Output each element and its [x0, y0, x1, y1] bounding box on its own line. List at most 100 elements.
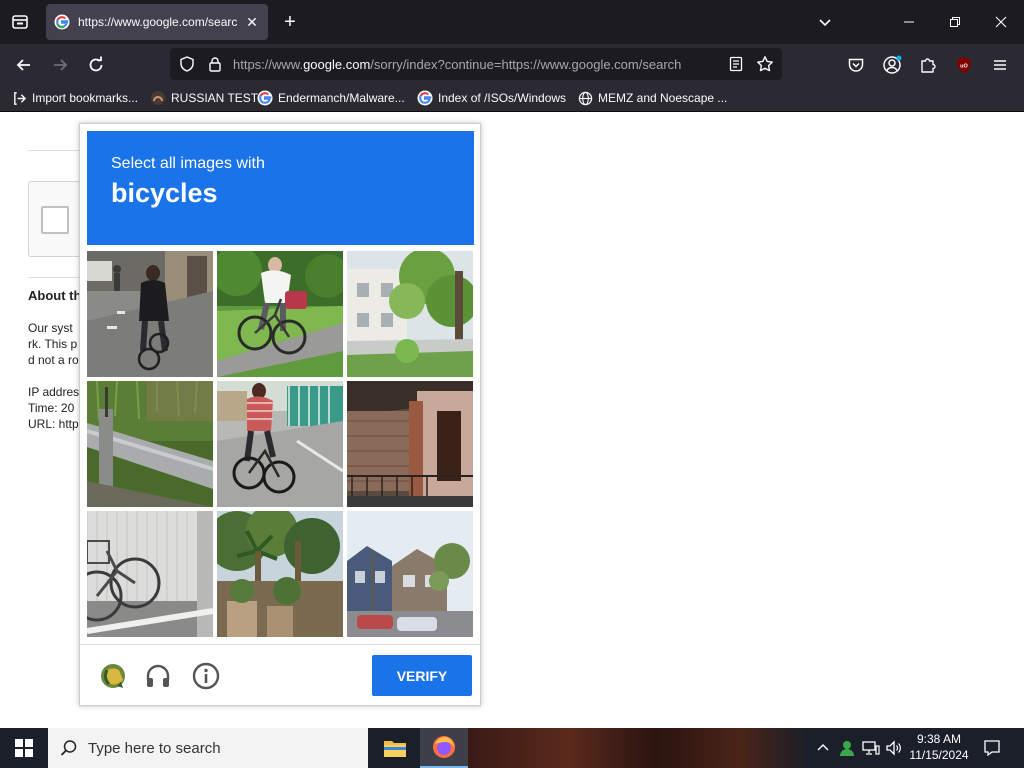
firefox-view-button[interactable] [8, 10, 32, 34]
bookmark-endermanch[interactable]: Endermanch/Malware... [257, 90, 405, 106]
import-icon [14, 91, 27, 105]
page-text-line: IP addres [28, 385, 80, 399]
recaptcha-challenge-dialog: Select all images with bicycles VERIFY [79, 123, 481, 706]
forward-button[interactable] [47, 52, 73, 78]
app-menu-button[interactable] [987, 52, 1013, 78]
active-tab[interactable]: https://www.google.com/searc ✕ [46, 4, 268, 40]
back-button[interactable] [11, 52, 37, 78]
bookmark-isos-windows[interactable]: Index of /ISOs/Windows [417, 90, 566, 106]
network-icon [862, 741, 880, 755]
audio-challenge-button[interactable] [141, 659, 175, 693]
file-explorer-app[interactable] [371, 728, 419, 768]
user-icon [840, 741, 854, 756]
google-favicon [257, 90, 273, 106]
puzzle-icon [921, 58, 936, 73]
globe-icon [578, 91, 593, 105]
image-tile-9[interactable] [347, 511, 473, 637]
recaptcha-checkbox[interactable] [41, 206, 69, 234]
reload-button[interactable] [83, 52, 109, 78]
rss-icon [151, 91, 165, 105]
reload-challenge-button[interactable] [96, 659, 130, 693]
challenge-instruction: Select all images with [111, 155, 265, 172]
url-text[interactable]: https://www.google.com/sorry/index?conti… [233, 57, 717, 72]
verify-button[interactable]: VERIFY [372, 655, 472, 696]
close-window-button[interactable] [987, 8, 1015, 36]
bookmark-label: Index of /ISOs/Windows [438, 91, 567, 105]
bookmark-memz[interactable]: MEMZ and Noescape ... [578, 90, 727, 106]
windows-logo-icon [15, 739, 33, 757]
chevron-down-icon [819, 19, 831, 27]
notifications-button[interactable] [980, 738, 1004, 758]
browser-titlebar: https://www.google.com/searc ✕ + [0, 0, 1024, 44]
windows-taskbar: Type here to search 9:38 AM 11/15/2024 [0, 728, 1024, 768]
info-icon [192, 662, 220, 690]
start-button[interactable] [0, 728, 48, 768]
tile-image [217, 511, 343, 637]
image-tile-6[interactable] [347, 381, 473, 507]
tracking-protection-shield-icon[interactable] [179, 56, 195, 72]
url-path: /sorry/index?continue=https://www.google… [370, 57, 682, 72]
chevron-up-icon [817, 744, 829, 751]
network-tray[interactable] [860, 738, 882, 758]
desktop-wallpaper-strip [468, 728, 808, 768]
bookmark-star-icon[interactable] [756, 55, 774, 73]
extensions-button[interactable] [915, 52, 941, 78]
search-icon [60, 740, 77, 756]
image-tile-1[interactable] [87, 251, 213, 377]
image-tile-7[interactable] [87, 511, 213, 637]
arrow-right-icon [54, 59, 68, 71]
navigation-toolbar: https://www.google.com/sorry/index?conti… [0, 44, 1024, 84]
bookmarks-toolbar: Import bookmarks... RUSSIAN TEST Enderma… [0, 84, 1024, 112]
url-bar[interactable]: https://www.google.com/sorry/index?conti… [170, 48, 782, 80]
page-text-line: rk. This p [28, 337, 78, 351]
new-tab-button[interactable]: + [278, 10, 302, 34]
clock-time: 9:38 AM [916, 732, 962, 746]
image-grid [87, 251, 474, 637]
help-button[interactable] [189, 659, 223, 693]
taskbar-search-box[interactable]: Type here to search [48, 728, 368, 768]
ublock-origin-button[interactable]: uO [951, 52, 977, 78]
pocket-button[interactable] [843, 52, 869, 78]
minimize-icon [904, 21, 914, 23]
restore-icon [950, 17, 960, 27]
google-favicon [54, 14, 70, 30]
taskbar-clock[interactable]: 9:38 AM 11/15/2024 [904, 731, 974, 763]
reload-challenge-icon [101, 664, 125, 688]
url-prefix: https://www. [233, 57, 304, 72]
pocket-icon [848, 58, 864, 72]
list-all-tabs-button[interactable] [814, 12, 836, 34]
challenge-footer: VERIFY [80, 645, 480, 705]
image-tile-8[interactable] [217, 511, 343, 637]
volume-tray[interactable] [884, 738, 904, 758]
google-favicon [417, 90, 433, 106]
image-tile-5[interactable] [217, 381, 343, 507]
bookmark-russian-test[interactable]: RUSSIAN TEST [150, 90, 258, 106]
firefox-icon [433, 736, 455, 758]
firefox-app[interactable] [420, 728, 468, 768]
tile-image [347, 381, 473, 507]
minimize-button[interactable] [895, 8, 923, 36]
notification-icon [984, 740, 1000, 757]
tile-image [87, 251, 213, 377]
bookmark-label: Import bookmarks... [32, 91, 139, 105]
reload-icon [89, 56, 103, 72]
about-heading: About th [28, 288, 82, 303]
arrow-left-icon [16, 59, 30, 71]
image-tile-4[interactable] [87, 381, 213, 507]
image-tile-2[interactable] [217, 251, 343, 377]
challenge-header: Select all images with bicycles [87, 131, 474, 245]
user-status-tray[interactable] [836, 738, 858, 758]
tab-close-icon[interactable]: ✕ [244, 14, 260, 31]
image-tile-3[interactable] [347, 251, 473, 377]
page-text-line: d not a ro [28, 353, 79, 367]
bookmark-import[interactable]: Import bookmarks... [12, 90, 138, 106]
hamburger-menu-icon [994, 60, 1006, 70]
page-text-line: Time: 20 [28, 401, 75, 415]
close-icon [995, 16, 1007, 28]
reader-view-icon[interactable] [728, 56, 744, 72]
tile-image [217, 381, 343, 507]
show-hidden-icons-button[interactable] [813, 738, 833, 758]
restore-button[interactable] [941, 8, 969, 36]
lock-icon[interactable] [207, 56, 223, 72]
account-button[interactable] [879, 52, 905, 78]
